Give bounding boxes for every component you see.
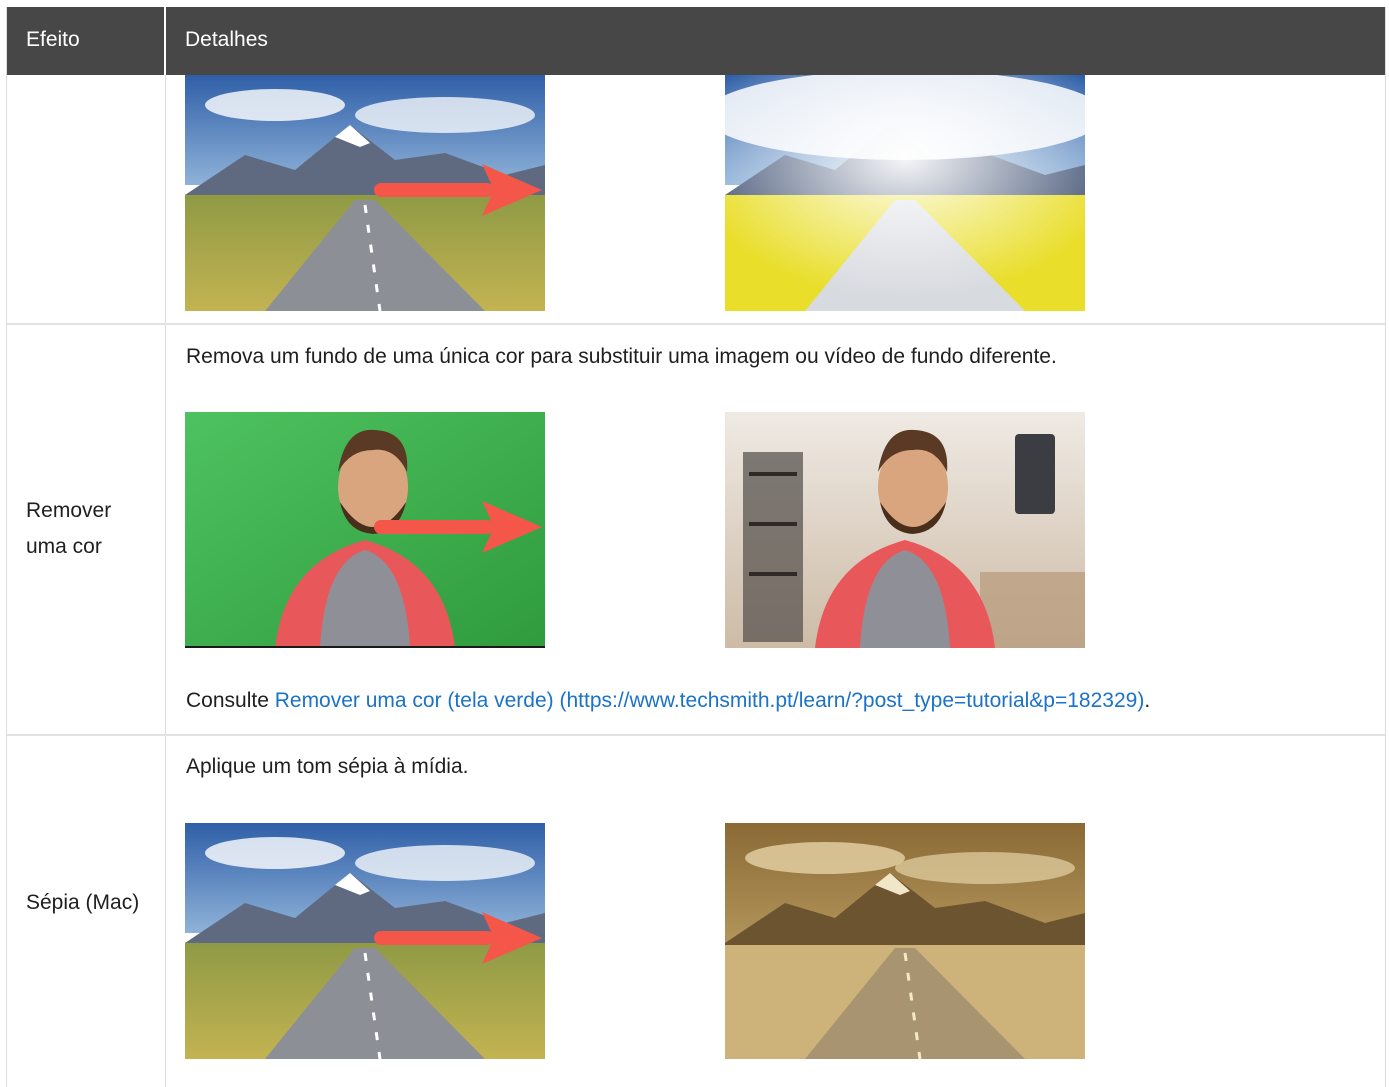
effect-description: Aplique um tom sépia à mídia. <box>186 755 469 778</box>
header-effect: Efeito <box>26 28 80 51</box>
right-arrow-icon <box>370 910 546 970</box>
header-details: Detalhes <box>185 28 268 51</box>
landscape-sepia-photo <box>725 823 1085 1059</box>
see-also-line: Consulte Remover uma cor (tela verde) (h… <box>186 687 1150 715</box>
row-divider <box>7 323 1385 325</box>
column-divider <box>165 75 166 1087</box>
table-header: Efeito Detalhes <box>7 7 1385 75</box>
effect-name: Remover uma cor <box>26 499 112 558</box>
effect-description: Remova um fundo de uma única cor para su… <box>186 345 1057 368</box>
header-divider <box>164 7 166 75</box>
effects-table: Efeito Detalhes Remover uma cor Remova u… <box>6 7 1386 1087</box>
see-also-suffix: . <box>1144 689 1151 712</box>
landscape-glow-photo <box>725 75 1085 311</box>
row-divider <box>7 734 1385 736</box>
presenter-room-background-photo <box>725 412 1085 648</box>
remove-color-tutorial-link[interactable]: Remover uma cor (tela verde) (https://ww… <box>275 689 1145 712</box>
effect-name: Sépia (Mac) <box>26 891 140 914</box>
right-arrow-icon <box>370 162 546 222</box>
right-arrow-icon <box>370 499 546 559</box>
see-also-prefix: Consulte <box>186 689 275 712</box>
